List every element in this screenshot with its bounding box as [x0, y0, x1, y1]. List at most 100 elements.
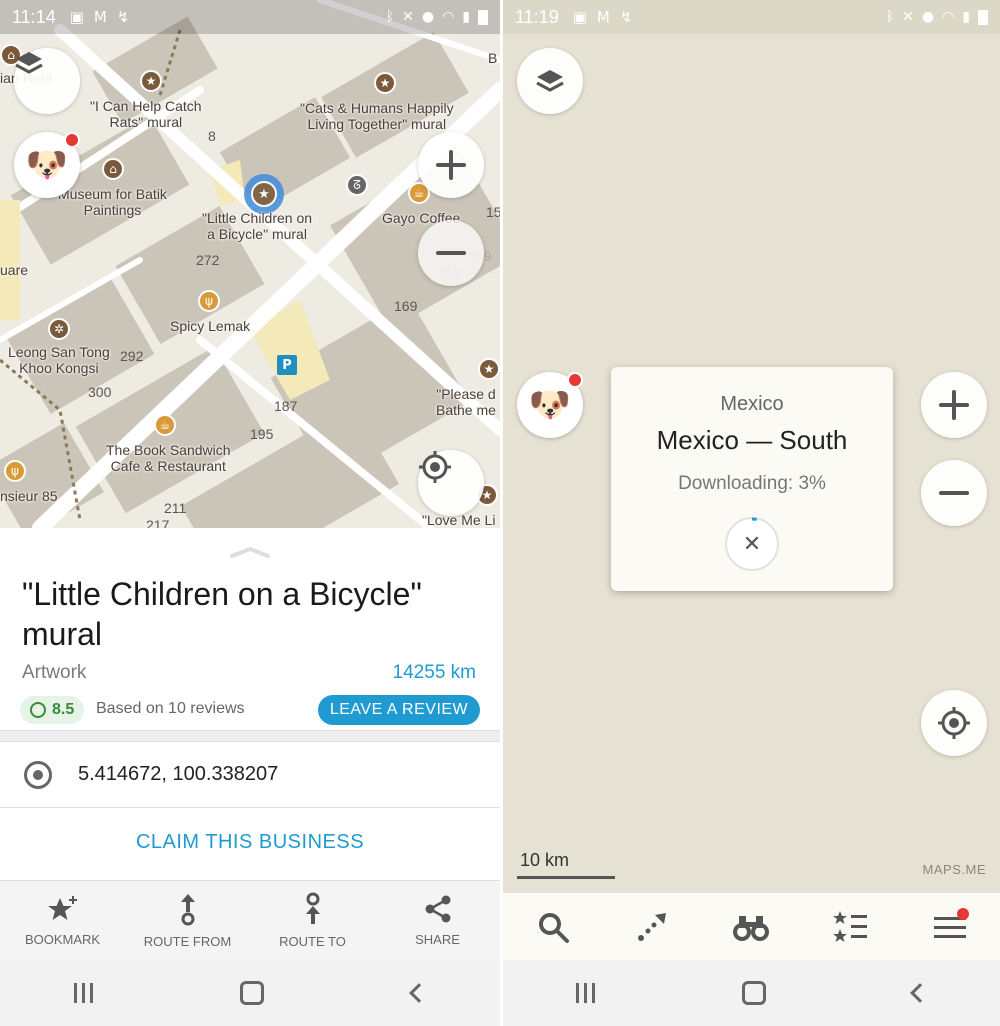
action-label: SHARE [415, 932, 460, 947]
zoom-in-button[interactable] [418, 132, 484, 198]
crosshair-icon [938, 707, 970, 739]
status-time: 11:19 [515, 6, 559, 27]
coordinates-row[interactable]: 5.414672, 100.338207 [0, 742, 500, 808]
map-number: 292 [120, 348, 144, 364]
signal-icon: ▮ [462, 9, 470, 25]
route-from-icon [180, 894, 195, 926]
wifi-icon: ◠ [942, 9, 955, 25]
zoom-out-button[interactable] [418, 220, 484, 286]
route-button[interactable] [627, 902, 677, 952]
mute-icon: ✕ [902, 9, 914, 25]
crosshair-icon [419, 451, 451, 483]
dog-avatar-icon: 🐶 [25, 145, 69, 185]
restaurant-fork-icon[interactable]: ψ [198, 290, 220, 312]
android-nav-bar [503, 960, 1000, 1026]
bicycle-icon[interactable]: ᘔ [346, 174, 368, 196]
layers-icon [15, 52, 43, 74]
map-download-dialog: Mexico Mexico — South Downloading: 3% ✕ [611, 367, 893, 591]
map-view[interactable]: ★ ★ ⌂ ᘔ ☕ ψ ✲ ☕ ψ ★ ★ ⌂ P ★ "I Can Help … [0, 0, 500, 528]
status-icons: ᛒ ✕ ● ◠ ▮ [386, 9, 488, 25]
signal-icon: ▮ [962, 9, 970, 25]
map-label: "I Can Help Catch Rats" mural [90, 98, 202, 130]
notification-dot [567, 372, 583, 388]
plus-icon [436, 150, 466, 180]
section-divider [0, 730, 500, 742]
cafe-cup-icon[interactable]: ☕ [154, 414, 176, 436]
map-label: "Please d Bathe me [436, 386, 496, 418]
action-label: ROUTE TO [279, 934, 346, 949]
home-icon[interactable] [240, 981, 265, 1005]
minus-icon [436, 238, 466, 268]
gallery-icon: ▣ [572, 8, 587, 26]
scale-bar [517, 876, 615, 879]
my-location-button[interactable] [418, 450, 484, 516]
home-icon[interactable] [741, 981, 766, 1005]
gmail-icon: M [93, 8, 107, 26]
map-number: 15 [486, 204, 500, 220]
action-label: ROUTE FROM [143, 934, 232, 949]
location-icon: ● [921, 9, 935, 25]
coordinates-text: 5.414672, 100.338207 [78, 763, 279, 785]
drag-handle-icon[interactable] [228, 546, 272, 558]
search-button[interactable] [528, 902, 578, 952]
artwork-star-icon[interactable]: ★ [140, 70, 162, 92]
parking-icon: P [277, 355, 297, 375]
right-screen: 11:19 ▣ M ↯ ᛒ ✕ ● ◠ ▮ 🐶 Mexico Mexico — … [503, 0, 1000, 1026]
map-label: nsieur 85 [0, 488, 58, 504]
notification-dot [64, 132, 80, 148]
map-number: 217 [146, 517, 170, 528]
map-number: 211 [164, 500, 187, 516]
sync-icon: ↯ [619, 8, 633, 26]
bottom-menu [503, 893, 1000, 960]
map-label: Leong San Tong Khoo Kongsi [8, 344, 110, 376]
binoculars-icon [733, 915, 770, 941]
zoom-out-button[interactable] [921, 460, 987, 526]
download-progress-ring [751, 517, 757, 521]
map-label: "Cats & Humans Happily Living Together" m… [300, 100, 454, 132]
artwork-star-icon[interactable]: ★ [374, 72, 396, 94]
rating-badge: 8.5 [20, 696, 85, 724]
status-icons: ᛒ ✕ ● ◠ ▮ [886, 9, 988, 25]
star-icon: ★ [251, 181, 277, 207]
route-from-button[interactable]: ROUTE FROM [125, 881, 250, 960]
map-label: "Little Children on a Bicycle" mural [202, 210, 313, 242]
share-button[interactable]: SHARE [375, 881, 500, 960]
recent-apps-icon[interactable] [73, 983, 93, 1003]
layers-icon [536, 70, 564, 92]
recent-apps-icon[interactable] [576, 983, 596, 1003]
zoom-in-button[interactable] [921, 372, 987, 438]
restaurant-fork-icon[interactable]: ψ [4, 460, 26, 482]
artwork-star-icon[interactable]: ★ [478, 358, 500, 380]
leave-review-button[interactable]: LEAVE A REVIEW [318, 695, 480, 725]
museum-icon[interactable]: ⌂ [102, 158, 124, 180]
download-region: Mexico — South [656, 425, 848, 455]
bluetooth-icon: ᛒ [385, 9, 395, 25]
place-category: Artwork [22, 662, 87, 683]
mute-icon: ✕ [402, 9, 414, 25]
status-bar: 11:14 ▣ M ↯ ᛒ ✕ ● ◠ ▮ [0, 0, 500, 34]
layers-button[interactable] [517, 48, 583, 114]
notification-dot [957, 907, 970, 920]
back-icon[interactable] [909, 983, 930, 1003]
back-icon[interactable] [409, 983, 430, 1003]
map-number: 300 [88, 384, 112, 400]
temple-icon[interactable]: ✲ [48, 318, 70, 340]
profile-avatar-button[interactable]: 🐶 [14, 132, 80, 198]
discovery-button[interactable] [726, 902, 776, 952]
dog-avatar-icon: 🐶 [528, 385, 572, 425]
map-number: 272 [196, 252, 220, 268]
map-number: 169 [394, 298, 418, 314]
place-title: "Little Children on a Bicycle" mural [22, 576, 422, 652]
my-location-button[interactable] [921, 690, 987, 756]
route-to-button[interactable]: ROUTE TO [250, 881, 375, 960]
battery-icon [978, 9, 988, 25]
map-label: B [488, 50, 498, 66]
profile-avatar-button[interactable]: 🐶 [517, 372, 583, 438]
status-time: 11:14 [12, 6, 56, 27]
selected-place-marker[interactable]: ★ [244, 174, 284, 214]
bookmarks-button[interactable] [826, 902, 876, 952]
menu-button[interactable] [925, 902, 975, 952]
bookmark-button[interactable]: BOOKMARK [0, 881, 125, 960]
layers-button[interactable] [14, 48, 80, 114]
claim-business-button[interactable]: CLAIM THIS BUSINESS [0, 809, 500, 875]
